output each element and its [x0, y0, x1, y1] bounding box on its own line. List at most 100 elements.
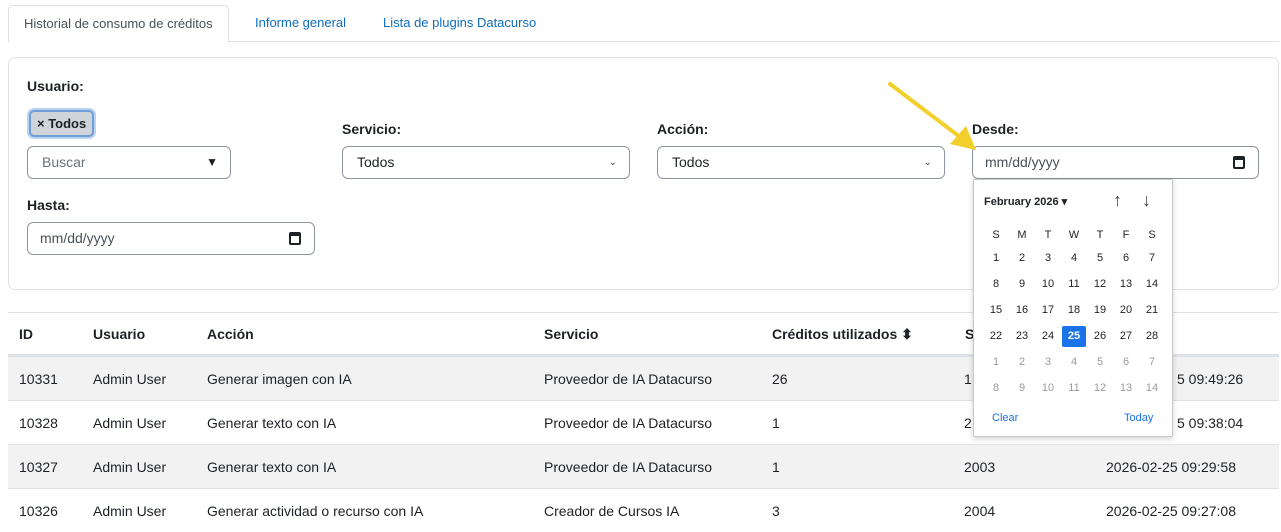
weekday-header: S [992, 229, 1000, 241]
table-row: 10326 Admin User Generar actividad o rec… [8, 488, 1279, 532]
calendar-day[interactable]: 2 [1010, 248, 1034, 269]
cell-usuario: Admin User [93, 503, 167, 519]
calendar-day[interactable]: 11 [1062, 378, 1086, 399]
calendar-day[interactable]: 13 [1114, 274, 1138, 295]
weekday-header: M [1017, 229, 1027, 241]
cell-usuario: Admin User [93, 371, 167, 387]
calendar-day[interactable]: 27 [1114, 326, 1138, 347]
cell-accion: Generar texto con IA [207, 459, 337, 475]
calendar-day[interactable]: 9 [1010, 274, 1034, 295]
cell-creditos: 3 [772, 503, 780, 519]
calendar-day[interactable]: 3 [1036, 352, 1060, 373]
hasta-date-input[interactable]: mm/dd/yyyy [27, 222, 315, 255]
calendar-day[interactable]: 8 [984, 378, 1008, 399]
header-servicio: Servicio [544, 326, 599, 342]
header-creditos-sortable[interactable]: Créditos utilizados ⬍ [772, 326, 913, 343]
calendar-day[interactable]: 10 [1036, 378, 1060, 399]
month-year-dropdown[interactable]: February 2026 ▾ [984, 195, 1067, 208]
clear-button[interactable]: Clear [992, 412, 1018, 424]
calendar-day[interactable]: 1 [984, 352, 1008, 373]
accion-value: Todos [672, 154, 710, 170]
calendar-day[interactable]: 11 [1062, 274, 1086, 295]
calendar-day[interactable]: 13 [1114, 378, 1138, 399]
buscar-placeholder: Buscar [42, 154, 86, 170]
desde-date-input[interactable]: mm/dd/yyyy [972, 146, 1259, 179]
calendar-day[interactable]: 7 [1140, 248, 1164, 269]
calendar-day[interactable]: 15 [984, 300, 1008, 321]
calendar-day[interactable]: 8 [984, 274, 1008, 295]
calendar-day[interactable]: 1 [984, 248, 1008, 269]
calendar-day[interactable]: 5 [1088, 352, 1112, 373]
arrow-down-icon[interactable]: ↓ [1142, 190, 1151, 211]
calendar-day[interactable]: 25 [1062, 326, 1086, 347]
header-accion: Acción [207, 326, 254, 342]
calendar-day[interactable]: 12 [1088, 378, 1112, 399]
cell-fecha: 5 09:49:26 [1177, 371, 1244, 387]
cell-usuario: Admin User [93, 415, 167, 431]
table-row: 10327 Admin User Generar texto con IA Pr… [8, 444, 1279, 488]
tab-informe-general[interactable]: Informe general [240, 5, 361, 42]
caret-down-icon: ▼ [206, 155, 218, 169]
cell-fecha: 2026-02-25 09:29:58 [1106, 459, 1236, 475]
cell-fecha: 5 09:38:04 [1177, 415, 1244, 431]
calendar-day[interactable]: 3 [1036, 248, 1060, 269]
calendar-day[interactable]: 28 [1140, 326, 1164, 347]
calendar-day[interactable]: 24 [1036, 326, 1060, 347]
cell-servicio: Creador de Cursos IA [544, 503, 680, 519]
cell-id: 10327 [19, 459, 58, 475]
calendar-icon[interactable] [1233, 156, 1245, 169]
calendar-day[interactable]: 17 [1036, 300, 1060, 321]
desde-value: mm/dd/yyyy [985, 154, 1060, 170]
servicio-select[interactable]: Todos ⌄ [342, 146, 630, 179]
calendar-day[interactable]: 19 [1088, 300, 1112, 321]
calendar-day[interactable]: 4 [1062, 248, 1086, 269]
cell-creditos: 1 [772, 459, 780, 475]
calendar-day[interactable]: 22 [984, 326, 1008, 347]
weekday-header: F [1122, 229, 1130, 241]
cell-accion: Generar actividad o recurso con IA [207, 503, 424, 519]
cell-s: 2 [964, 415, 972, 431]
accion-label: Acción: [657, 121, 709, 137]
calendar-day[interactable]: 5 [1088, 248, 1112, 269]
cell-creditos: 1 [772, 415, 780, 431]
calendar-day[interactable]: 7 [1140, 352, 1164, 373]
cell-s: 1 [964, 371, 972, 387]
calendar-day[interactable]: 21 [1140, 300, 1164, 321]
usuario-search-select[interactable]: Buscar ▼ [27, 146, 231, 179]
calendar-day[interactable]: 6 [1114, 248, 1138, 269]
hasta-label: Hasta: [27, 197, 70, 213]
tab-lista-plugins[interactable]: Lista de plugins Datacurso [368, 5, 551, 42]
chevron-down-icon: ⌄ [608, 157, 617, 168]
calendar-day[interactable]: 12 [1088, 274, 1112, 295]
usuario-chip-todos[interactable]: × Todos [29, 110, 95, 137]
calendar-day[interactable]: 2 [1010, 352, 1034, 373]
header-usuario: Usuario [93, 326, 146, 342]
header-id: ID [19, 326, 33, 342]
calendar-day[interactable]: 16 [1010, 300, 1034, 321]
calendar-day[interactable]: 10 [1036, 274, 1060, 295]
date-picker-popup: February 2026 ▾ ↑ ↓ S M T W T F S 1 2 3 4 5 6 7 8 9 10 11… [973, 179, 1173, 437]
arrow-up-icon[interactable]: ↑ [1113, 190, 1122, 211]
cell-id: 10328 [19, 415, 58, 431]
calendar-day[interactable]: 9 [1010, 378, 1034, 399]
calendar-day[interactable]: 23 [1010, 326, 1034, 347]
cell-accion: Generar texto con IA [207, 415, 337, 431]
servicio-value: Todos [357, 154, 395, 170]
tab-historial[interactable]: Historial de consumo de créditos [8, 5, 229, 43]
calendar-icon[interactable] [289, 232, 301, 245]
cell-accion: Generar imagen con IA [207, 371, 352, 387]
cell-usuario: Admin User [93, 459, 167, 475]
calendar-day[interactable]: 14 [1140, 378, 1164, 399]
calendar-day[interactable]: 18 [1062, 300, 1086, 321]
weekday-header: S [1148, 229, 1156, 241]
calendar-day[interactable]: 4 [1062, 352, 1086, 373]
calendar-day[interactable]: 26 [1088, 326, 1112, 347]
calendar-day[interactable]: 6 [1114, 352, 1138, 373]
weekday-header: W [1068, 229, 1080, 241]
weekday-header: T [1044, 229, 1052, 241]
hasta-value: mm/dd/yyyy [40, 230, 115, 246]
today-button[interactable]: Today [1124, 412, 1153, 424]
calendar-day[interactable]: 20 [1114, 300, 1138, 321]
calendar-day[interactable]: 14 [1140, 274, 1164, 295]
cell-servicio: Proveedor de IA Datacurso [544, 459, 713, 475]
